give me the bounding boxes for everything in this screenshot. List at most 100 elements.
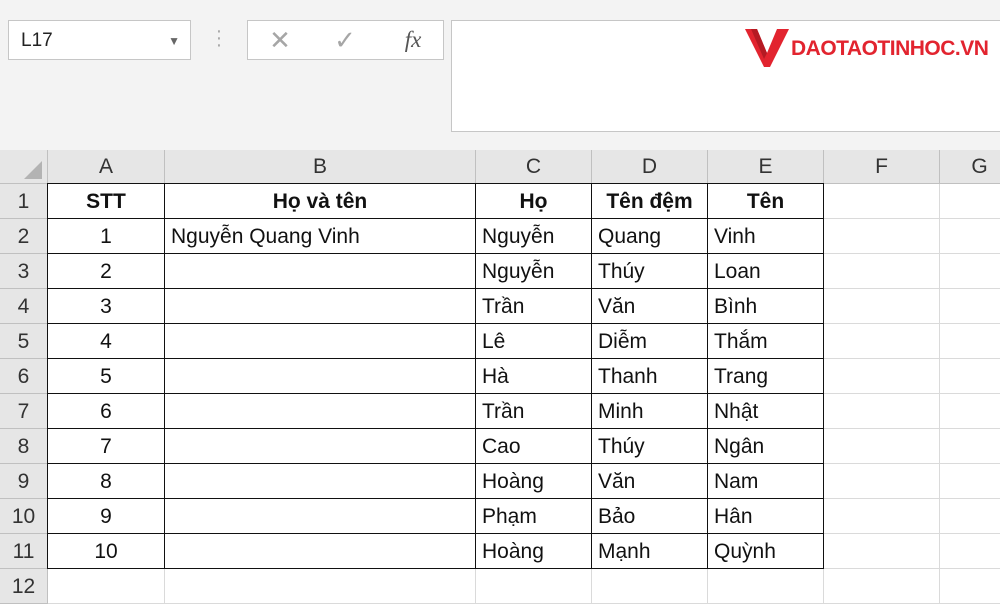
cell-f9[interactable] [824, 464, 940, 499]
cell-d9[interactable]: Văn [592, 464, 708, 499]
cell-e10[interactable]: Hân [708, 499, 824, 534]
cell-g7[interactable] [940, 394, 1000, 429]
cell-g2[interactable] [940, 219, 1000, 254]
cell-e4[interactable]: Bình [708, 289, 824, 324]
cell-c10[interactable]: Phạm [476, 499, 592, 534]
cell-f11[interactable] [824, 534, 940, 569]
cell-d7[interactable]: Minh [592, 394, 708, 429]
cell-c7[interactable]: Trần [476, 394, 592, 429]
cell-f2[interactable] [824, 219, 940, 254]
cell-d3[interactable]: Thúy [592, 254, 708, 289]
check-icon[interactable]: ✓ [325, 25, 365, 55]
cell-c2[interactable]: Nguyễn [476, 219, 592, 254]
cell-f1[interactable] [824, 184, 940, 219]
cell-g8[interactable] [940, 429, 1000, 464]
cell-b11[interactable] [165, 534, 476, 569]
cell-b9[interactable] [165, 464, 476, 499]
cell-d8[interactable]: Thúy [592, 429, 708, 464]
cell-f12[interactable] [824, 569, 940, 604]
cell-c11[interactable]: Hoàng [476, 534, 592, 569]
cell-d10[interactable]: Bảo [592, 499, 708, 534]
cell-d2[interactable]: Quang [592, 219, 708, 254]
cell-d12[interactable] [592, 569, 708, 604]
cell-d4[interactable]: Văn [592, 289, 708, 324]
cell-e7[interactable]: Nhật [708, 394, 824, 429]
cell-a9[interactable]: 8 [48, 464, 165, 499]
cell-e5[interactable]: Thắm [708, 324, 824, 359]
column-header-b[interactable]: B [165, 150, 476, 184]
column-header-c[interactable]: C [476, 150, 592, 184]
cell-f10[interactable] [824, 499, 940, 534]
cell-g1[interactable] [940, 184, 1000, 219]
cell-b4[interactable] [165, 289, 476, 324]
cell-b12[interactable] [165, 569, 476, 604]
cell-f6[interactable] [824, 359, 940, 394]
cell-f8[interactable] [824, 429, 940, 464]
row-header-5[interactable]: 5 [0, 324, 48, 359]
cell-g10[interactable] [940, 499, 1000, 534]
cell-b6[interactable] [165, 359, 476, 394]
column-header-a[interactable]: A [48, 150, 165, 184]
column-header-e[interactable]: E [708, 150, 824, 184]
row-header-12[interactable]: 12 [0, 569, 48, 604]
cell-g5[interactable] [940, 324, 1000, 359]
cell-c6[interactable]: Hà [476, 359, 592, 394]
row-header-3[interactable]: 3 [0, 254, 48, 289]
cell-e12[interactable] [708, 569, 824, 604]
cell-b7[interactable] [165, 394, 476, 429]
cell-f7[interactable] [824, 394, 940, 429]
cell-a6[interactable]: 5 [48, 359, 165, 394]
cell-a2[interactable]: 1 [48, 219, 165, 254]
cell-a11[interactable]: 10 [48, 534, 165, 569]
cell-c3[interactable]: Nguyễn [476, 254, 592, 289]
cell-d5[interactable]: Diễm [592, 324, 708, 359]
cell-a8[interactable]: 7 [48, 429, 165, 464]
cell-e8[interactable]: Ngân [708, 429, 824, 464]
name-box[interactable]: L17 ▼ [8, 20, 191, 60]
cell-a12[interactable] [48, 569, 165, 604]
cell-g3[interactable] [940, 254, 1000, 289]
column-header-d[interactable]: D [592, 150, 708, 184]
row-header-1[interactable]: 1 [0, 184, 48, 219]
cell-e2[interactable]: Vinh [708, 219, 824, 254]
cell-d6[interactable]: Thanh [592, 359, 708, 394]
row-header-8[interactable]: 8 [0, 429, 48, 464]
cancel-icon[interactable]: ✕ [260, 25, 300, 55]
cell-c4[interactable]: Trần [476, 289, 592, 324]
row-header-11[interactable]: 11 [0, 534, 48, 569]
cell-c5[interactable]: Lê [476, 324, 592, 359]
cell-a1[interactable]: STT [48, 184, 165, 219]
cell-c1[interactable]: Họ [476, 184, 592, 219]
cell-f5[interactable] [824, 324, 940, 359]
chevron-down-icon[interactable]: ▼ [168, 34, 180, 48]
cell-b10[interactable] [165, 499, 476, 534]
row-header-9[interactable]: 9 [0, 464, 48, 499]
cell-d1[interactable]: Tên đệm [592, 184, 708, 219]
cell-g11[interactable] [940, 534, 1000, 569]
cell-e6[interactable]: Trang [708, 359, 824, 394]
cell-d11[interactable]: Mạnh [592, 534, 708, 569]
insert-function-icon[interactable]: fx [393, 25, 433, 55]
cell-a10[interactable]: 9 [48, 499, 165, 534]
column-header-g[interactable]: G [940, 150, 1000, 184]
row-header-7[interactable]: 7 [0, 394, 48, 429]
cell-e3[interactable]: Loan [708, 254, 824, 289]
select-all-corner[interactable] [0, 150, 48, 184]
row-header-4[interactable]: 4 [0, 289, 48, 324]
cell-b5[interactable] [165, 324, 476, 359]
row-header-2[interactable]: 2 [0, 219, 48, 254]
cell-a7[interactable]: 6 [48, 394, 165, 429]
row-header-6[interactable]: 6 [0, 359, 48, 394]
grip-handle-icon[interactable]: · · · [215, 21, 223, 55]
cell-b8[interactable] [165, 429, 476, 464]
cell-f4[interactable] [824, 289, 940, 324]
spreadsheet-grid[interactable]: A B C D E F G 1 2 3 4 5 6 7 8 9 10 11 12 STT Họ và tên Họ Tên … [0, 150, 1000, 604]
row-header-10[interactable]: 10 [0, 499, 48, 534]
cell-f3[interactable] [824, 254, 940, 289]
cell-c8[interactable]: Cao [476, 429, 592, 464]
column-header-f[interactable]: F [824, 150, 940, 184]
cell-e11[interactable]: Quỳnh [708, 534, 824, 569]
cell-c9[interactable]: Hoàng [476, 464, 592, 499]
cell-b1[interactable]: Họ và tên [165, 184, 476, 219]
cell-a3[interactable]: 2 [48, 254, 165, 289]
